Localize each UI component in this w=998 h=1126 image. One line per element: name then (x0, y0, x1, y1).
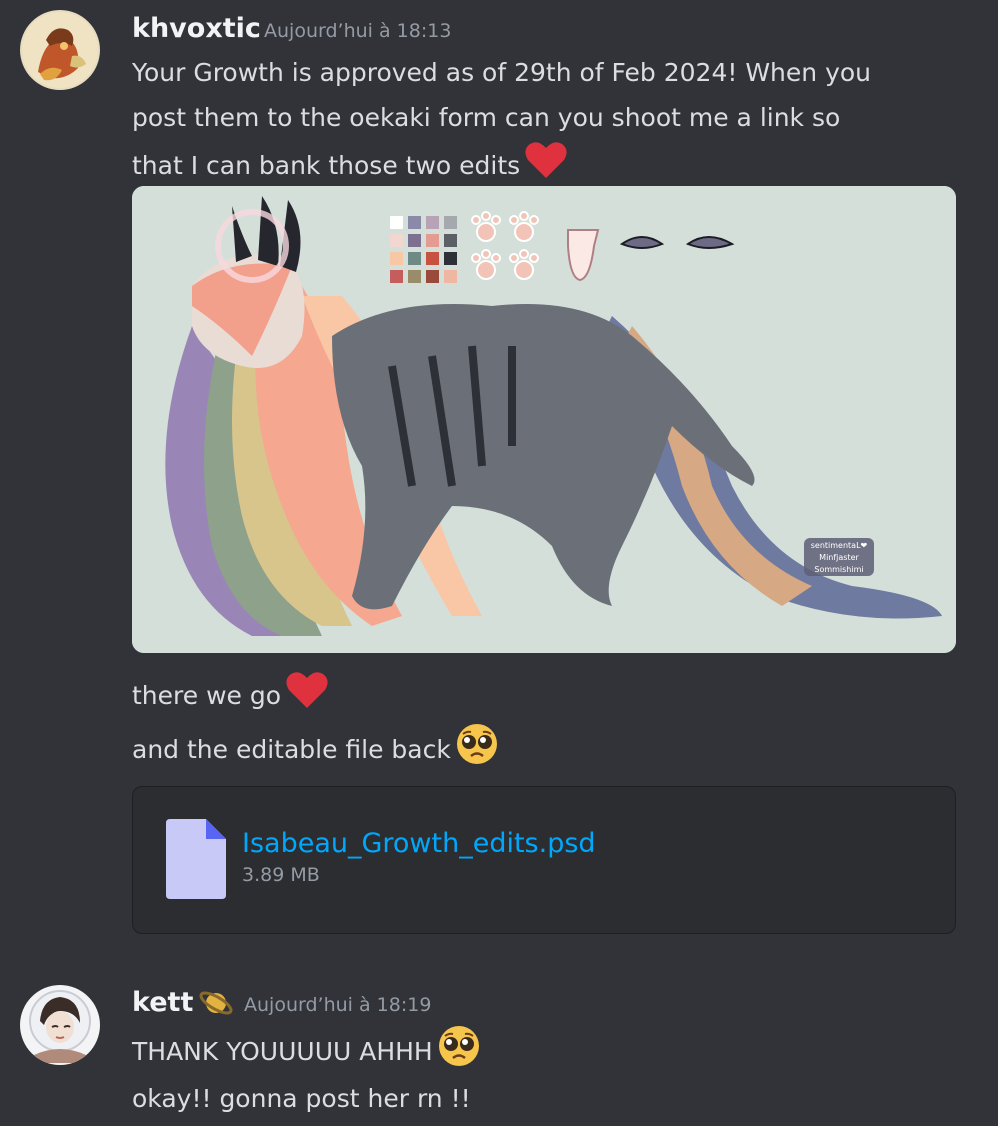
username[interactable]: kett (132, 986, 193, 1020)
red-heart-emoji (285, 670, 329, 724)
avatar[interactable] (20, 10, 100, 90)
file-icon (166, 819, 226, 903)
file-name-link[interactable]: Isabeau_Growth_edits.psd (242, 827, 596, 861)
timestamp: Aujourd’hui à 18:13 (264, 20, 452, 42)
message-line-with-emoji: and the editable file back (132, 722, 499, 780)
message-text: that I can bank those two edits (132, 151, 521, 180)
pleading-face-emoji (455, 722, 499, 780)
watermark-line-1: sentimentaL❤ (811, 541, 868, 550)
ringed-planet-icon (198, 986, 234, 1024)
message-line-with-emoji: THANK YOUUUUU AHHH (132, 1024, 481, 1082)
watermark: sentimentaL❤ Minfjaster Sommishimi (804, 538, 874, 576)
watermark-line-3: Sommishimi (814, 565, 863, 574)
message-text: and the editable file back (132, 735, 451, 764)
username[interactable]: khvoxtic (132, 12, 261, 46)
watermark-line-2: Minfjaster (819, 553, 859, 562)
message-line: post them to the oekaki form can you sho… (132, 103, 841, 132)
timestamp: Aujourd’hui à 18:19 (244, 994, 432, 1016)
pleading-face-emoji (437, 1024, 481, 1082)
message-line: okay!! gonna post her rn !! (132, 1084, 471, 1113)
message-line-with-heart: there we go (132, 670, 329, 724)
message-line: Your Growth is approved as of 29th of Fe… (132, 58, 872, 87)
avatar[interactable] (20, 985, 100, 1065)
file-size: 3.89 MB (242, 864, 320, 886)
attached-artwork-image[interactable]: sentimentaL❤ Minfjaster Sommishimi (132, 186, 956, 653)
message-text: THANK YOUUUUU AHHH (132, 1037, 433, 1066)
message-text: there we go (132, 681, 282, 710)
file-attachment[interactable]: Isabeau_Growth_edits.psd 3.89 MB (132, 786, 956, 934)
